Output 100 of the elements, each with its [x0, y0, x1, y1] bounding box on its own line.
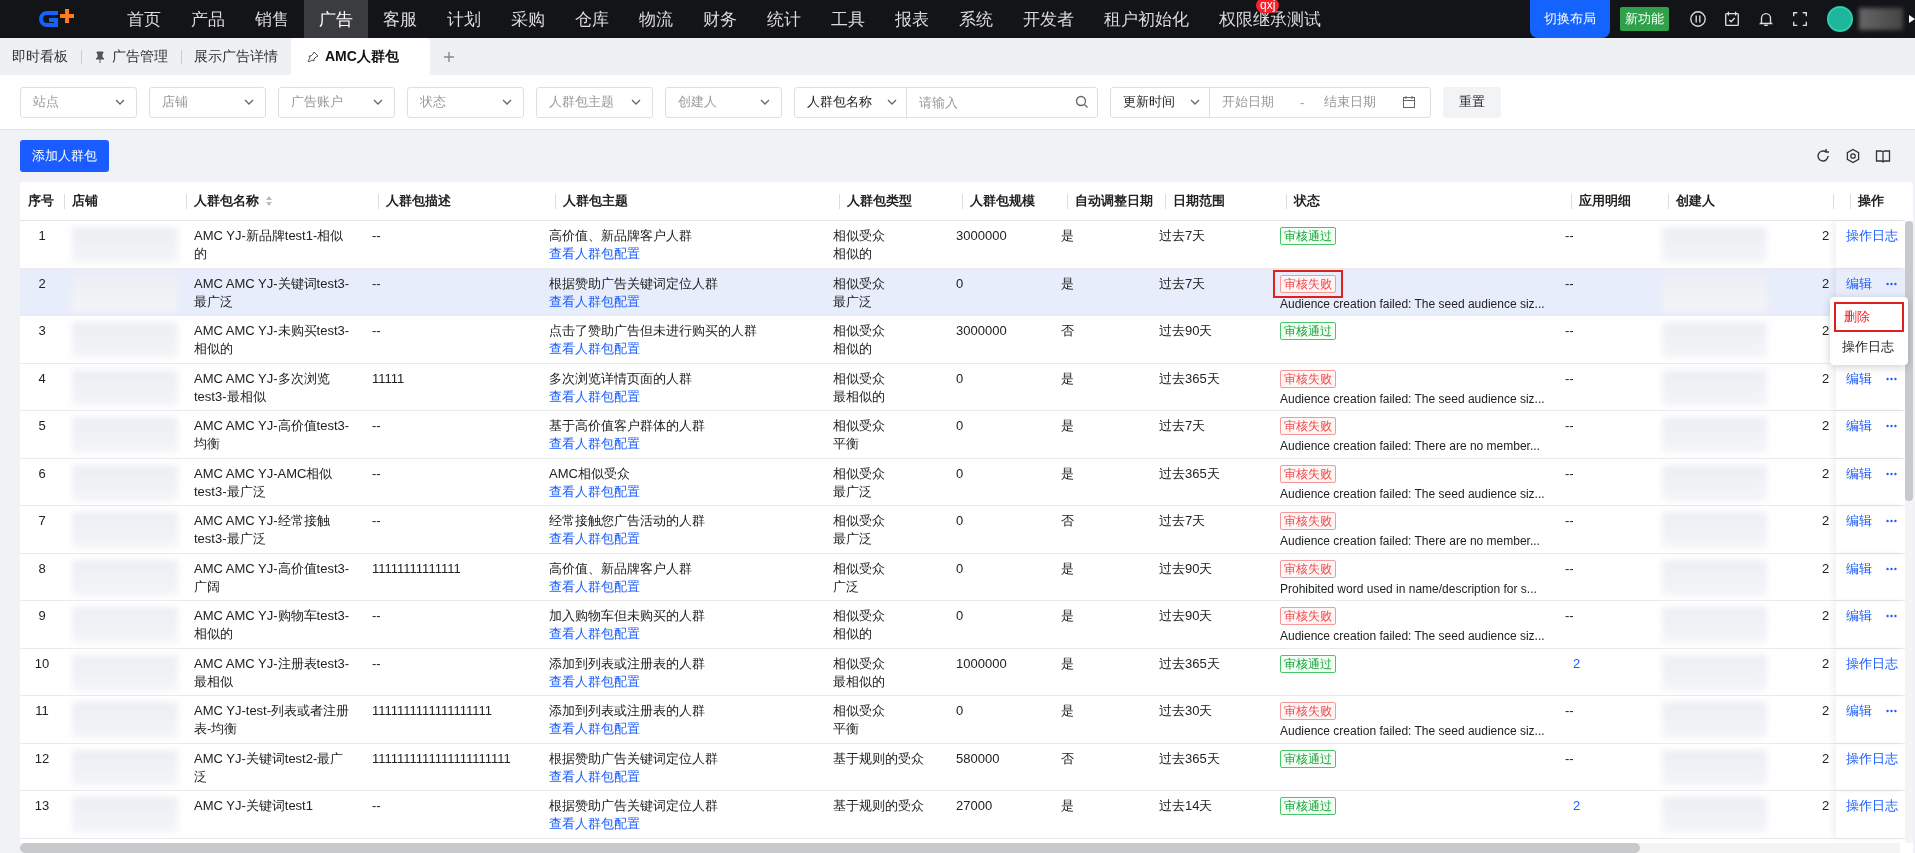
row-number: 5	[38, 418, 46, 433]
audience-name: AMC YJ-新品牌test1-相似的	[194, 228, 344, 261]
audience-type: 相似受众	[833, 417, 886, 435]
date-range: 过去14天	[1159, 798, 1213, 813]
audience-type: 相似受众	[833, 654, 886, 673]
audience-name: AMC AMC YJ-AMC相似test3-最广泛	[194, 465, 333, 499]
audience-theme: 添加到列表或注册表的人群	[549, 702, 706, 720]
status-tag: 审核失败	[1280, 274, 1336, 293]
table-cell: 2	[1822, 513, 1830, 528]
status-tag: 审核失败	[1280, 464, 1336, 483]
usage-detail: --	[1565, 703, 1574, 718]
column-header: 日期范围	[1165, 182, 1286, 220]
column-header: 状态	[1286, 182, 1571, 220]
audience-type: 相似受众	[833, 512, 886, 530]
table-cell: 2	[1822, 418, 1830, 433]
audience-type: 相似受众	[833, 702, 886, 720]
audience-type: 最广泛	[833, 292, 873, 311]
date-range: 过去7天	[1159, 418, 1206, 433]
date-range: 过去90天	[1159, 608, 1213, 623]
audience-theme: 加入购物车但未购买的人群	[549, 607, 706, 625]
table-cell: 2	[1822, 608, 1830, 623]
usage-detail: --	[1565, 275, 1574, 291]
audience-theme: 添加到列表或注册表的人群	[549, 654, 706, 673]
auto-adjust-value: 是	[1061, 275, 1074, 291]
row-number: 9	[38, 608, 46, 623]
audience-type: 相似受众	[833, 464, 886, 483]
status-message: Audience creation failed: The seed audience siz...	[1280, 485, 1545, 503]
auto-adjust-value: 否	[1061, 323, 1074, 338]
audience-theme: 经常接触您广告活动的人群	[549, 512, 706, 530]
date-range: 过去365天	[1159, 465, 1220, 481]
audience-type: 相似受众	[833, 322, 886, 340]
audience-type: 平衡	[833, 435, 860, 453]
column-header: 自动调整日期	[1067, 182, 1165, 220]
table-cell: 2	[1822, 655, 1830, 671]
column-header: 人群包描述	[378, 182, 555, 220]
auto-adjust-value: 是	[1061, 560, 1074, 576]
audience-type: 广泛	[833, 577, 860, 596]
usage-detail: --	[1565, 608, 1574, 623]
row-number: 13	[34, 798, 50, 813]
audience-type: 最相似的	[833, 387, 886, 406]
audience-size: 3000000	[956, 228, 1007, 243]
audience-description: 1111111111111111111111	[372, 750, 511, 766]
status-tag: 审核失败	[1280, 607, 1336, 625]
audience-theme: 根据赞助广告关键词定位人群	[549, 797, 719, 815]
column-header: 创建人	[1668, 182, 1833, 220]
audience-theme: 高价值、新品牌客户人群	[549, 559, 693, 578]
usage-detail: --	[1565, 750, 1574, 766]
row-number: 7	[38, 513, 46, 528]
audience-name: AMC YJ-关键词test2-最广泛	[194, 750, 344, 784]
audience-description: --	[372, 228, 381, 243]
audience-type: 基于规则的受众	[833, 749, 925, 768]
audience-type: 相似受众	[833, 559, 886, 578]
usage-detail: --	[1565, 370, 1574, 386]
status-message: Prohibited word used in name/description for s...	[1280, 580, 1537, 598]
audience-description: --	[372, 275, 381, 291]
audience-theme: 点击了赞助广告但未进行购买的人群	[549, 322, 758, 340]
audience-size: 3000000	[956, 323, 1007, 338]
audience-description: 11111	[372, 370, 405, 386]
audience-theme: 基于高价值客户群体的人群	[549, 417, 706, 435]
audience-name: AMC AMC YJ-注册表test3-最相似	[194, 655, 350, 689]
table-cell: 2	[1822, 798, 1830, 813]
status-message: Audience creation failed: The seed audience siz...	[1280, 295, 1545, 313]
date-range: 过去90天	[1159, 560, 1213, 576]
audience-name: AMC YJ-关键词test1	[194, 798, 313, 813]
audience-description: --	[372, 418, 381, 433]
audience-type: 最广泛	[833, 482, 873, 501]
usage-detail: --	[1565, 228, 1574, 243]
audience-type: 最广泛	[833, 530, 873, 548]
row-number: 1	[38, 228, 46, 243]
row-number: 11	[35, 703, 49, 718]
audience-size: 0	[956, 513, 964, 528]
table-cell: 2	[1822, 703, 1830, 718]
audience-type: 基于规则的受众	[833, 797, 925, 815]
column-header: 应用明细	[1571, 182, 1668, 220]
table-cell: 2	[1822, 275, 1830, 291]
usage-detail: --	[1565, 560, 1574, 576]
audience-description: --	[372, 513, 381, 528]
auto-adjust-value: 是	[1061, 798, 1074, 813]
status-tag: 审核通过	[1280, 654, 1336, 673]
audience-size: 0	[956, 275, 964, 291]
status-tag: 审核通过	[1280, 797, 1336, 815]
audience-size: 0	[956, 608, 964, 623]
audience-name: AMC AMC YJ-高价值test3-广阔	[194, 560, 350, 594]
row-number: 8	[38, 560, 46, 576]
table-cell: 2	[1822, 323, 1830, 338]
audience-theme: 高价值、新品牌客户人群	[549, 227, 693, 245]
status-tag: 审核失败	[1280, 702, 1336, 720]
audience-name: AMC AMC YJ-购物车test3-相似的	[194, 608, 350, 641]
audience-type: 相似的	[833, 625, 873, 643]
audience-description: --	[372, 798, 381, 813]
usage-detail: --	[1565, 323, 1574, 338]
audience-type: 平衡	[833, 720, 860, 738]
row-number: 6	[38, 465, 46, 481]
usage-detail: --	[1565, 465, 1574, 481]
status-tag: 审核失败	[1280, 417, 1336, 435]
date-range: 过去365天	[1159, 370, 1220, 386]
auto-adjust-value: 否	[1061, 750, 1074, 766]
date-range: 过去30天	[1159, 703, 1213, 718]
audience-size: 0	[956, 465, 964, 481]
date-range: 过去7天	[1159, 228, 1206, 243]
